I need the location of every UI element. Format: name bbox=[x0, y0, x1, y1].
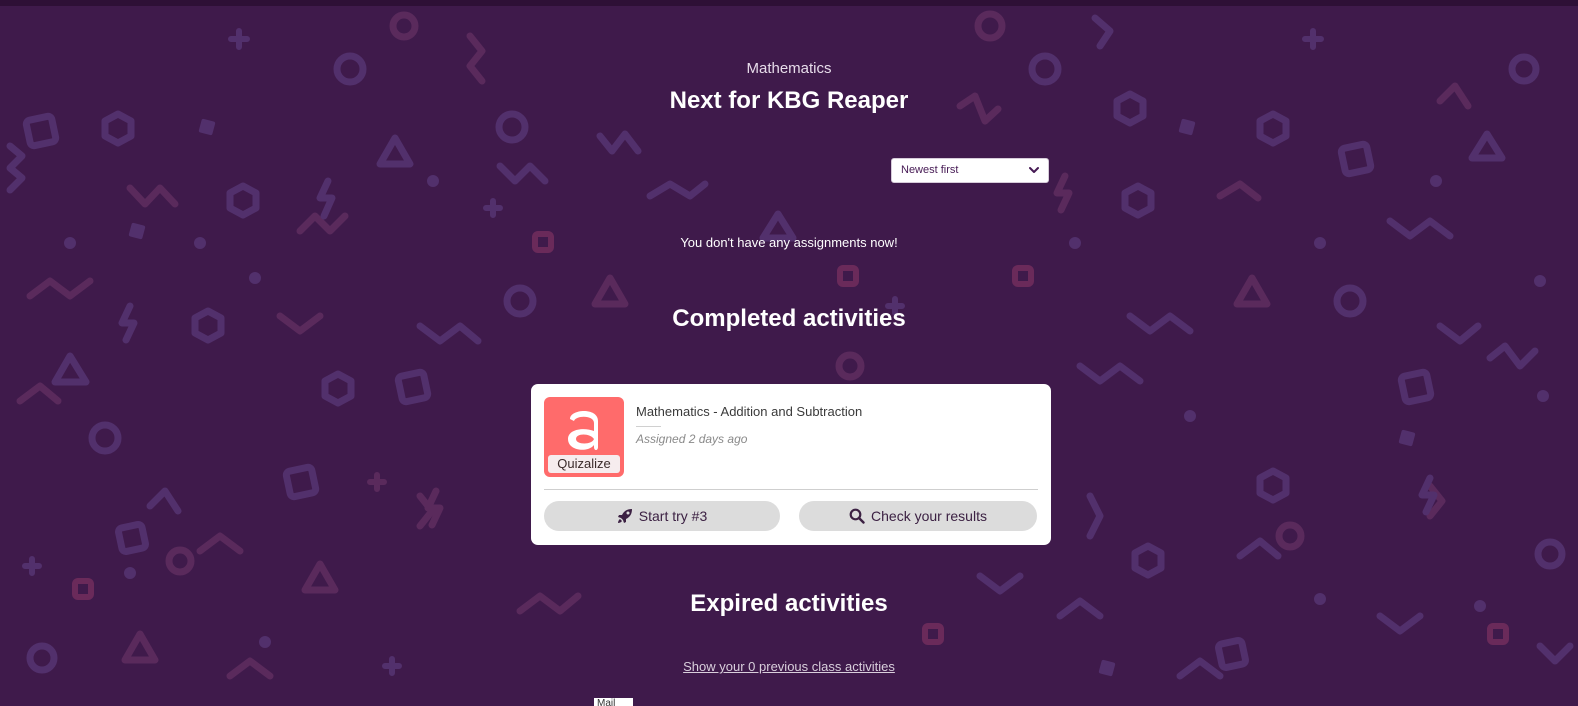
expired-activities-heading: Expired activities bbox=[690, 590, 888, 617]
title-divider bbox=[636, 426, 661, 427]
quizalize-logo-icon bbox=[568, 411, 598, 450]
rocket-icon bbox=[617, 508, 632, 523]
sort-selected-value: Newest first bbox=[901, 164, 959, 176]
completed-activities-heading: Completed activities bbox=[672, 305, 906, 332]
check-results-button[interactable]: Check your results bbox=[799, 501, 1037, 531]
search-icon bbox=[849, 508, 865, 524]
activity-card: Quizalize Mathematics - Addition and Sub… bbox=[531, 384, 1051, 545]
sort-dropdown[interactable]: Newest first bbox=[891, 158, 1049, 183]
previous-activities-link[interactable]: Show your 0 previous class activities bbox=[0, 659, 1578, 674]
start-try-label: Start try #3 bbox=[638, 508, 708, 524]
no-assignments-message: You don't have any assignments now! bbox=[680, 235, 898, 250]
chevron-down-icon bbox=[1029, 167, 1039, 173]
page-title: Next for KBG Reaper bbox=[669, 87, 909, 114]
mail-tab[interactable]: Mail bbox=[594, 698, 633, 706]
assigned-date: Assigned 2 days ago bbox=[636, 432, 748, 446]
quizalize-label: Quizalize bbox=[548, 455, 620, 473]
subject-label: Mathematics bbox=[746, 60, 832, 77]
check-results-label: Check your results bbox=[871, 508, 987, 524]
activity-title[interactable]: Mathematics - Addition and Subtraction bbox=[636, 404, 862, 419]
start-try-button[interactable]: Start try #3 bbox=[544, 501, 780, 531]
quizalize-thumbnail: Quizalize bbox=[544, 397, 624, 477]
card-divider bbox=[544, 489, 1038, 490]
